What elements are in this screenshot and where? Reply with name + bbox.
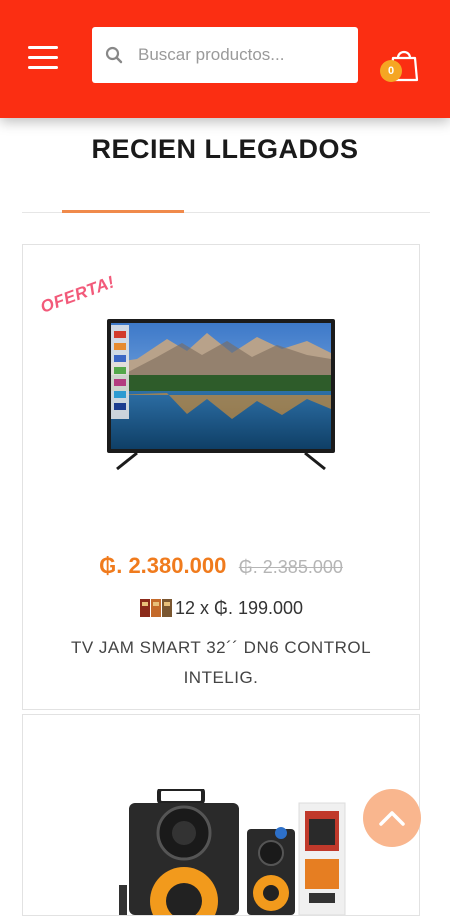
section-title: RECIEN LLEGADOS — [91, 134, 359, 164]
cart-button[interactable]: 0 — [380, 44, 420, 84]
search-icon[interactable] — [92, 46, 136, 64]
installments-text: 12 x ₲. 199.000 — [174, 597, 304, 618]
cart-count-badge: 0 — [380, 60, 402, 82]
product-image-speaker[interactable] — [119, 789, 349, 915]
chevron-up-icon — [379, 811, 405, 826]
price-current: ₲. 2.380.000 — [99, 553, 227, 578]
product-name[interactable]: TV JAM SMART 32´´ DN6 CONTROL INTELIG. — [43, 633, 399, 693]
section-title-underline — [62, 210, 184, 213]
search-input[interactable] — [136, 34, 350, 76]
price-old: ₲. 2.385.000 — [238, 557, 343, 577]
hamburger-menu-icon[interactable] — [28, 46, 64, 76]
scroll-to-top-button[interactable] — [363, 789, 421, 847]
product-image-tv[interactable] — [107, 319, 337, 479]
price-row: ₲. 2.380.000 ₲. 2.385.000 — [23, 553, 419, 579]
search-bar[interactable] — [92, 27, 358, 83]
top-header: 0 — [0, 0, 450, 118]
product-card[interactable] — [22, 714, 420, 916]
installments-row: 12 x ₲. 199.000 — [23, 597, 419, 619]
card-icon — [139, 599, 172, 617]
oferta-badge: OFERTA! — [37, 272, 118, 317]
product-card[interactable]: OFERTA! ₲. 2.380.000 ₲. 2.385.000 12 x ₲… — [22, 244, 420, 710]
